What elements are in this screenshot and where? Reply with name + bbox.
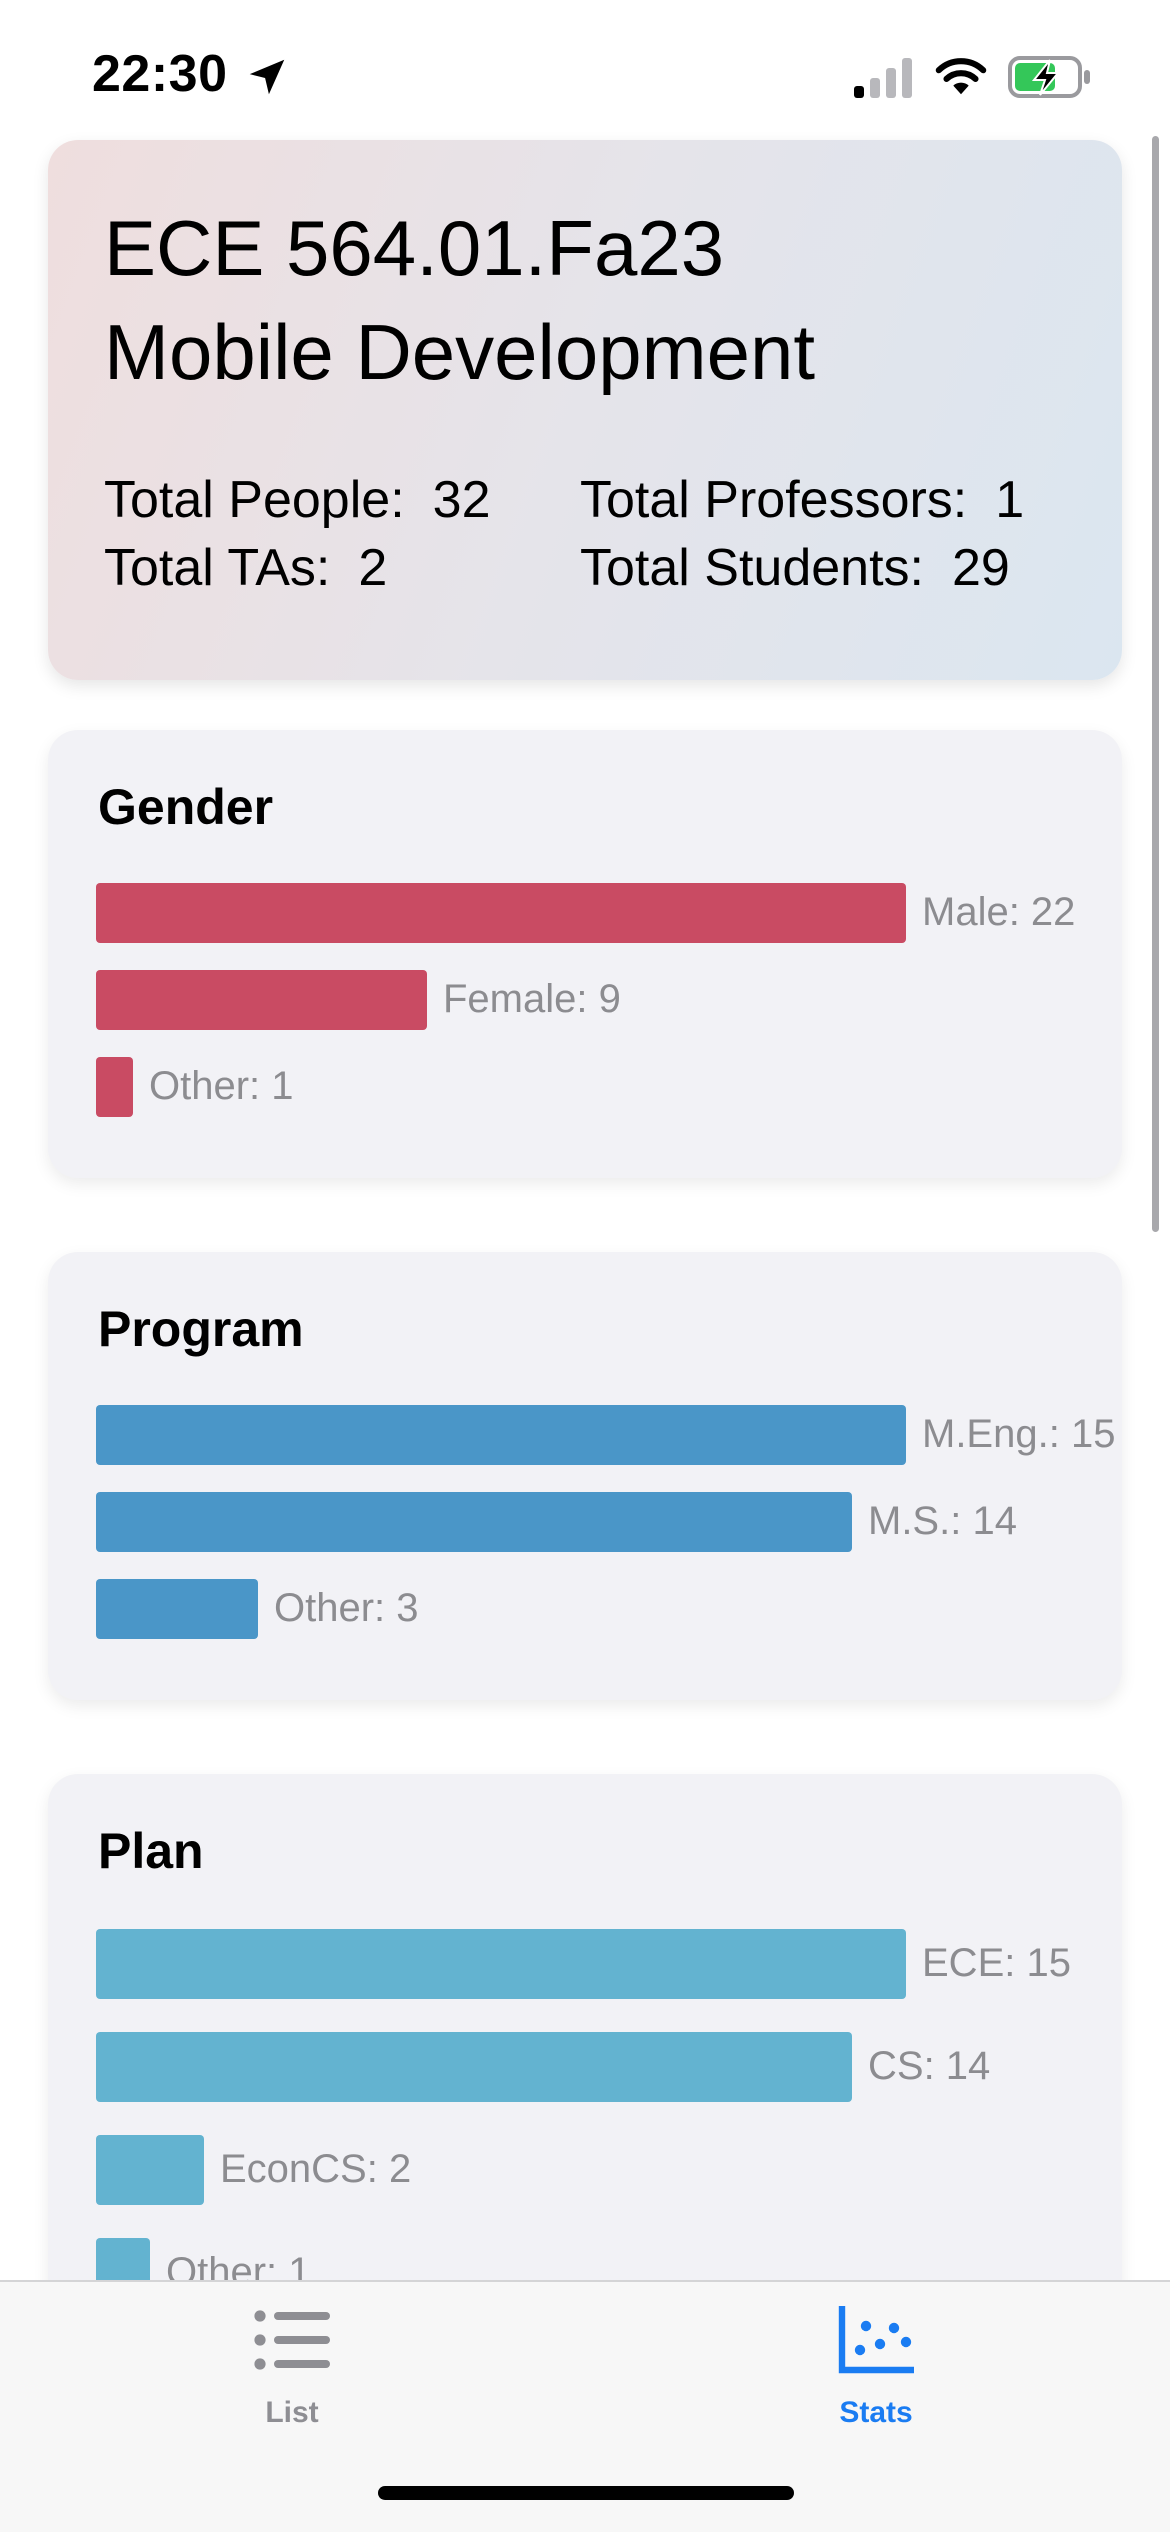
program-chart-title: Program: [98, 1301, 304, 1357]
stat-total-people: Total People: 32: [104, 470, 491, 530]
list-icon: [254, 2310, 330, 2370]
course-name: Mobile Development: [104, 308, 816, 396]
gender-bar-male: [96, 883, 906, 943]
stat-value: 2: [358, 539, 388, 597]
gender-bar-other: [96, 1057, 133, 1117]
cellular-signal-icon: [854, 58, 912, 98]
home-indicator: [378, 2486, 794, 2500]
program-bar-label-meng: M.Eng.: 15: [922, 1412, 1116, 1456]
program-bar-ms: [96, 1492, 852, 1552]
plan-bar-econcs: [96, 2135, 204, 2205]
stat-label: Total Students:: [580, 539, 924, 597]
status-bar: 22:30: [0, 0, 1170, 140]
status-time: 22:30: [92, 45, 228, 103]
stat-total-students: Total Students: 29: [580, 538, 1010, 598]
stat-label: Total TAs:: [104, 539, 331, 597]
gender-bar-label-female: Female: 9: [443, 977, 621, 1021]
plan-bar-label-ece: ECE: 15: [922, 1941, 1071, 1985]
stat-value: 1: [995, 471, 1025, 529]
gender-bar-female: [96, 970, 427, 1030]
course-code: ECE 564.01.Fa23: [104, 204, 725, 292]
stat-label: Total Professors:: [580, 471, 968, 529]
plan-bar-label-cs: CS: 14: [868, 2044, 991, 2088]
scroll-indicator[interactable]: [1152, 136, 1159, 1232]
stat-value: 32: [432, 471, 491, 529]
plan-bar-label-econcs: EconCS: 2: [220, 2147, 412, 2191]
stat-total-tas: Total TAs: 2: [104, 538, 387, 598]
stat-label: Total People:: [104, 471, 405, 529]
plan-chart-title: Plan: [98, 1823, 204, 1879]
location-arrow-icon: [249, 59, 285, 95]
stat-value: 29: [952, 539, 1010, 597]
tab-stats-label: Stats: [839, 2396, 913, 2429]
chart-dots-icon: [838, 2306, 914, 2374]
plan-bar-cs: [96, 2032, 852, 2102]
gender-bar-label-other: Other: 1: [149, 1064, 294, 1108]
tab-stats[interactable]: Stats: [776, 2296, 976, 2446]
course-title: ECE 564.01.Fa23 Mobile Development: [104, 196, 815, 404]
gender-bar-label-male: Male: 22: [922, 890, 1076, 934]
plan-bar-ece: [96, 1929, 906, 1999]
program-bar-meng: [96, 1405, 906, 1465]
program-bar-other: [96, 1579, 258, 1639]
gender-chart-title: Gender: [98, 779, 274, 835]
tab-list-label: List: [265, 2396, 319, 2429]
tab-list[interactable]: List: [192, 2296, 392, 2446]
battery-charging-icon: [1008, 56, 1090, 98]
program-bar-label-ms: M.S.: 14: [868, 1499, 1017, 1543]
stat-total-professors: Total Professors: 1: [580, 470, 1024, 530]
wifi-icon: [935, 58, 987, 95]
program-bar-label-other: Other: 3: [274, 1586, 419, 1630]
